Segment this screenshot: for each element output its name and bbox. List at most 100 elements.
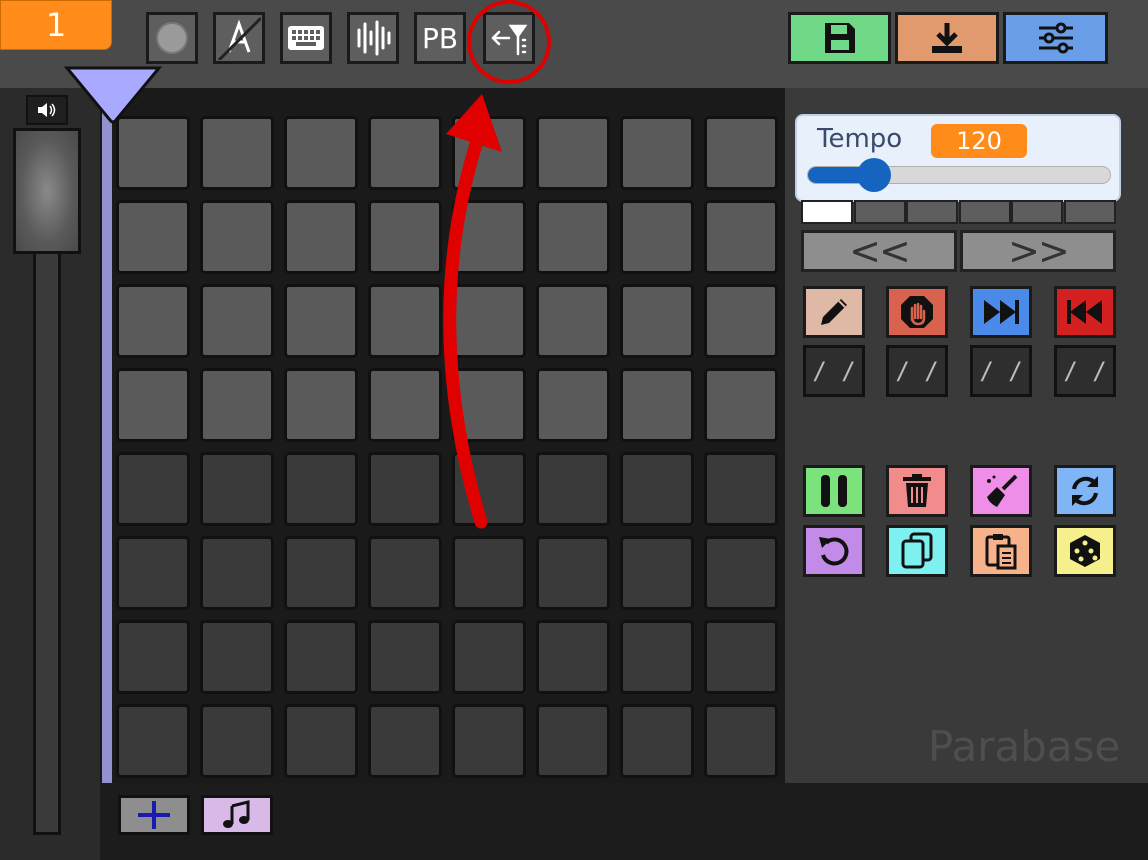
- pad-cell[interactable]: [284, 284, 358, 358]
- pad-cell[interactable]: [368, 536, 442, 610]
- pad-cell[interactable]: [452, 452, 526, 526]
- pad-cell[interactable]: [620, 536, 694, 610]
- pad-cell[interactable]: [200, 536, 274, 610]
- autokey-button[interactable]: [213, 12, 265, 64]
- volume-button[interactable]: [26, 95, 68, 125]
- pad-cell[interactable]: [452, 536, 526, 610]
- fast-forward-slot[interactable]: / /: [970, 345, 1032, 397]
- pad-cell[interactable]: [116, 620, 190, 694]
- pad-cell[interactable]: [200, 452, 274, 526]
- pad-cell[interactable]: [200, 704, 274, 778]
- pad-cell[interactable]: [368, 284, 442, 358]
- add-button[interactable]: [118, 795, 190, 835]
- pad-cell[interactable]: [536, 368, 610, 442]
- tempo-value[interactable]: 120: [931, 124, 1027, 158]
- copy-button[interactable]: [886, 525, 948, 577]
- pad-cell[interactable]: [620, 284, 694, 358]
- delete-button[interactable]: [886, 465, 948, 517]
- tempo-slider-thumb[interactable]: [856, 158, 891, 192]
- pad-cell[interactable]: [620, 704, 694, 778]
- pad-cell[interactable]: [284, 536, 358, 610]
- rewind-button[interactable]: [1054, 286, 1116, 338]
- pad-cell[interactable]: [368, 704, 442, 778]
- pad-cell[interactable]: [368, 620, 442, 694]
- pad-cell[interactable]: [620, 452, 694, 526]
- pad-cell[interactable]: [620, 200, 694, 274]
- pad-cell[interactable]: [284, 368, 358, 442]
- pad-cell[interactable]: [536, 536, 610, 610]
- fast-forward-button[interactable]: [970, 286, 1032, 338]
- pattern-step[interactable]: [906, 200, 958, 224]
- pattern-step[interactable]: [801, 200, 853, 224]
- pad-cell[interactable]: [452, 368, 526, 442]
- pad-cell[interactable]: [116, 200, 190, 274]
- paste-button[interactable]: [970, 525, 1032, 577]
- pad-cell[interactable]: [368, 116, 442, 190]
- pad-cell[interactable]: [536, 620, 610, 694]
- undo-button[interactable]: [803, 525, 865, 577]
- pad-cell[interactable]: [704, 536, 778, 610]
- pad-cell[interactable]: [536, 116, 610, 190]
- pad-cell[interactable]: [284, 704, 358, 778]
- pad-cell[interactable]: [704, 200, 778, 274]
- pattern-step[interactable]: [1063, 200, 1116, 224]
- pause-button[interactable]: [803, 465, 865, 517]
- pattern-step[interactable]: [853, 200, 906, 224]
- playback-button[interactable]: PB: [414, 12, 466, 64]
- settings-button[interactable]: [1003, 12, 1108, 64]
- pad-cell[interactable]: [620, 620, 694, 694]
- save-button[interactable]: [788, 12, 891, 64]
- pad-cell[interactable]: [116, 284, 190, 358]
- stop-slot[interactable]: / /: [886, 345, 948, 397]
- pad-cell[interactable]: [704, 704, 778, 778]
- pad-cell[interactable]: [536, 452, 610, 526]
- pad-cell[interactable]: [200, 116, 274, 190]
- clear-button[interactable]: [970, 465, 1032, 517]
- pad-cell[interactable]: [116, 452, 190, 526]
- pencil-slot[interactable]: / /: [803, 345, 865, 397]
- refresh-button[interactable]: [1054, 465, 1116, 517]
- pad-cell[interactable]: [284, 200, 358, 274]
- download-button[interactable]: [895, 12, 999, 64]
- pad-cell[interactable]: [704, 452, 778, 526]
- waveform-button[interactable]: [347, 12, 399, 64]
- pad-cell[interactable]: [536, 284, 610, 358]
- rewind-slot[interactable]: / /: [1054, 345, 1116, 397]
- pad-cell[interactable]: [200, 200, 274, 274]
- pad-cell[interactable]: [704, 368, 778, 442]
- stop-button[interactable]: [886, 286, 948, 338]
- track-number-badge[interactable]: 1: [0, 0, 112, 50]
- pad-cell[interactable]: [368, 368, 442, 442]
- pad-cell[interactable]: [284, 116, 358, 190]
- pad-cell[interactable]: [704, 284, 778, 358]
- music-button[interactable]: [201, 795, 273, 835]
- pattern-step[interactable]: [1011, 200, 1063, 224]
- pad-cell[interactable]: [116, 368, 190, 442]
- prev-pattern-button[interactable]: <<: [801, 229, 957, 273]
- random-button[interactable]: [1054, 525, 1116, 577]
- pad-cell[interactable]: [536, 704, 610, 778]
- pad-cell[interactable]: [116, 116, 190, 190]
- pad-cell[interactable]: [620, 116, 694, 190]
- pad-cell[interactable]: [284, 620, 358, 694]
- pad-cell[interactable]: [452, 704, 526, 778]
- pad-cell[interactable]: [452, 284, 526, 358]
- pad-cell[interactable]: [284, 452, 358, 526]
- record-button[interactable]: [146, 12, 198, 64]
- pad-cell[interactable]: [452, 200, 526, 274]
- pad-cell[interactable]: [200, 368, 274, 442]
- pad-cell[interactable]: [704, 116, 778, 190]
- tempo-slider[interactable]: [807, 158, 1111, 192]
- pad-cell[interactable]: [536, 200, 610, 274]
- pad-cell[interactable]: [620, 368, 694, 442]
- pad-cell[interactable]: [704, 620, 778, 694]
- pad-cell[interactable]: [452, 620, 526, 694]
- pad-cell[interactable]: [368, 200, 442, 274]
- keyboard-button[interactable]: [280, 12, 332, 64]
- pad-cell[interactable]: [368, 452, 442, 526]
- pad-cell[interactable]: [452, 116, 526, 190]
- pad-cell[interactable]: [116, 704, 190, 778]
- next-pattern-button[interactable]: >>: [960, 229, 1116, 273]
- pad-cell[interactable]: [200, 284, 274, 358]
- volume-fader-knob[interactable]: [13, 128, 81, 254]
